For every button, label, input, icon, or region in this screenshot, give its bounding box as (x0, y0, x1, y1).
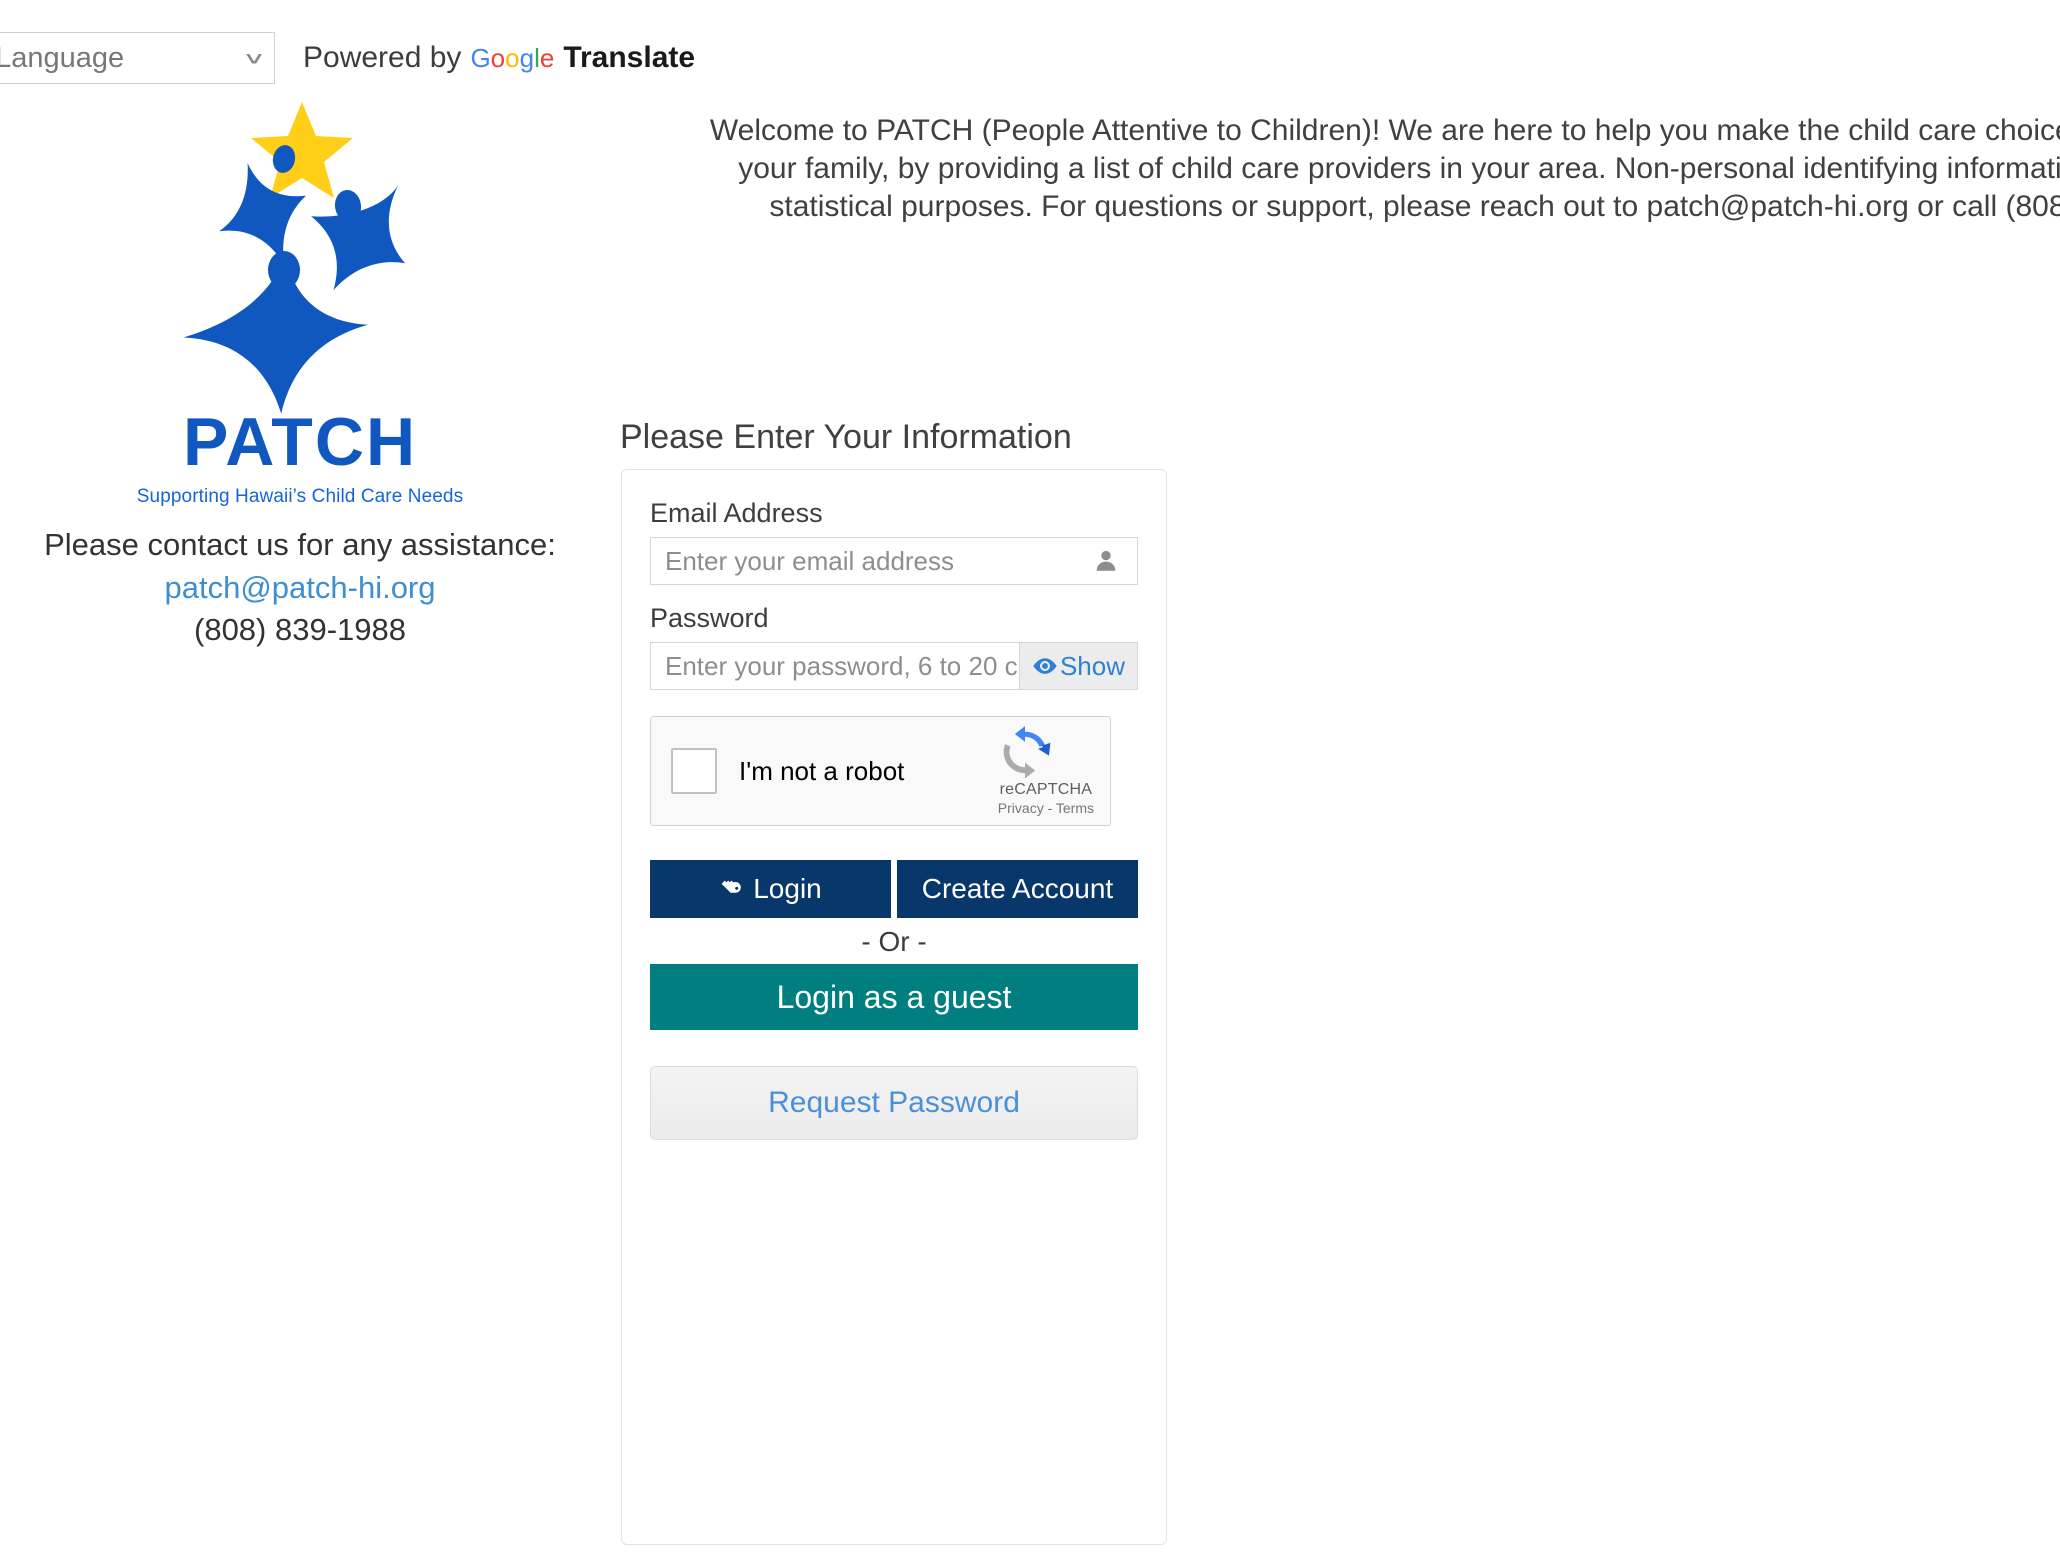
form-heading: Please Enter Your Information (620, 418, 1072, 456)
email-field-row[interactable]: Enter your email address (650, 537, 1138, 585)
language-select-value: t Language (0, 41, 125, 74)
create-account-button-label: Create Account (921, 873, 1114, 904)
google-logo: Google (470, 43, 555, 73)
login-form-card: Email Address Enter your email address P… (621, 469, 1167, 1545)
chevron-down-icon: ∨ (241, 48, 267, 67)
primary-button-row: Login Create Account (650, 860, 1138, 918)
powered-by-google-translate: Powered by Google Translate (303, 41, 695, 75)
email-input[interactable]: Enter your email address (650, 537, 1138, 585)
language-select[interactable]: t Language ∨ (0, 32, 275, 84)
password-input[interactable]: Enter your password, 6 to 20 ch (650, 642, 1020, 690)
login-button[interactable]: Login (650, 860, 891, 918)
recaptcha-label: I'm not a robot (739, 755, 905, 786)
key-icon (719, 877, 743, 901)
password-label: Password (650, 603, 769, 633)
recaptcha-branding: reCAPTCHA Privacy - Terms (998, 725, 1094, 818)
show-password-label: Show (1059, 650, 1125, 681)
request-password-label: Request Password (768, 1086, 1020, 1119)
recaptcha-widget[interactable]: I'm not a robot reCAPTCHA Privacy - Term… (650, 716, 1111, 826)
password-field-row[interactable]: Enter your password, 6 to 20 ch Show (650, 642, 1138, 690)
patch-wordmark: PATCH (182, 404, 418, 480)
show-password-button[interactable]: Show (1019, 642, 1138, 690)
email-label: Email Address (650, 498, 823, 528)
contact-email-link[interactable]: patch@patch-hi.org (0, 570, 600, 606)
recaptcha-brand-name: reCAPTCHA (999, 780, 1093, 798)
patch-star-people-icon (183, 102, 406, 414)
recaptcha-logo-icon (998, 725, 1094, 779)
google-translate-bar: t Language ∨ Powered by Google Translate (0, 30, 860, 86)
password-input-placeholder: Enter your password, 6 to 20 ch (665, 650, 1020, 681)
powered-by-label: Powered by (303, 41, 462, 74)
eye-icon (1032, 657, 1058, 675)
user-icon (1089, 548, 1123, 574)
patch-logo (160, 96, 440, 416)
brand-and-contact-column: PATCH Supporting Hawaii’s Child Care Nee… (0, 96, 600, 648)
request-password-button[interactable]: Request Password (650, 1066, 1138, 1140)
email-input-placeholder: Enter your email address (665, 545, 955, 576)
patch-tagline: Supporting Hawaii’s Child Care Needs (136, 486, 464, 507)
login-button-label: Login (753, 873, 822, 904)
create-account-button[interactable]: Create Account (897, 860, 1138, 918)
login-as-guest-label: Login as a guest (776, 978, 1012, 1015)
translate-label: Translate (563, 41, 696, 74)
contact-prompt: Please contact us for any assistance: (44, 527, 556, 562)
recaptcha-privacy-terms[interactable]: Privacy - Terms (998, 800, 1094, 816)
contact-phone: (808) 839-1988 (194, 611, 406, 647)
welcome-message: Welcome to PATCH (People Attentive to Ch… (709, 114, 2060, 224)
recaptcha-checkbox[interactable] (671, 748, 717, 794)
login-as-guest-button[interactable]: Login as a guest (650, 964, 1138, 1030)
or-separator: - Or - (861, 926, 927, 957)
